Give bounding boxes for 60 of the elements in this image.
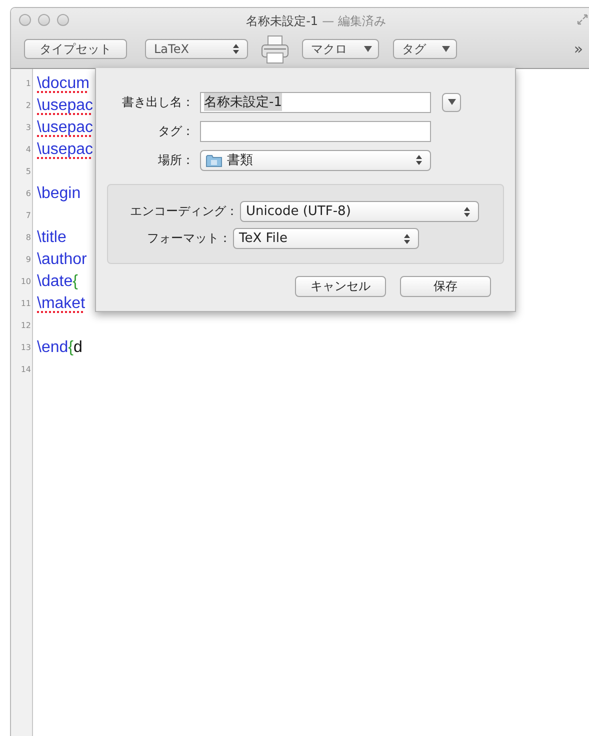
field-label: タグ：	[157, 122, 195, 140]
toolbar-overflow-button[interactable]: »	[574, 40, 583, 58]
window-title: 名称未設定-1	[246, 14, 318, 28]
format-popup[interactable]: LaTeX	[145, 39, 248, 59]
latex-command: \begin	[37, 185, 81, 202]
code-text: d	[73, 339, 82, 356]
latex-command: \date	[37, 273, 73, 290]
printer-icon	[261, 35, 289, 65]
cancel-button[interactable]: キャンセル	[295, 276, 386, 297]
line-number: 5	[24, 166, 32, 178]
window-control-button[interactable]	[19, 14, 31, 26]
up-down-arrows-icon	[416, 155, 422, 165]
brace: {	[68, 339, 74, 356]
line-number: 12	[20, 320, 32, 332]
tag-menu[interactable]: タグ	[393, 39, 457, 59]
up-down-arrows-icon	[233, 44, 239, 54]
window-control-button[interactable]	[57, 14, 69, 26]
line-number: 9	[24, 254, 32, 266]
line-number: 3	[24, 122, 32, 134]
folder-icon	[206, 154, 222, 166]
up-down-arrows-icon	[404, 234, 410, 244]
line-number: 2	[24, 100, 32, 112]
format-popup[interactable]: TeX File	[233, 228, 419, 249]
encoding-popup[interactable]: Unicode (UTF-8)	[240, 201, 479, 222]
up-down-arrows-icon	[464, 206, 470, 216]
latex-command: \docum	[37, 75, 90, 92]
line-number: 14	[20, 364, 32, 376]
field-label: 書き出し名：	[121, 94, 195, 110]
latex-command: \end	[37, 339, 68, 356]
line-number: 8	[24, 232, 32, 244]
field-label: エンコーディング：	[129, 203, 239, 220]
down-triangle-icon	[448, 99, 456, 105]
field-label: 場所：	[157, 152, 195, 168]
latex-command: \author	[37, 251, 87, 268]
line-number: 10	[20, 276, 32, 288]
down-triangle-icon	[364, 46, 372, 52]
location-popup[interactable]: 書類	[200, 150, 431, 170]
tags-field[interactable]	[200, 120, 431, 142]
latex-command: \maket	[37, 295, 86, 312]
down-triangle-icon	[442, 46, 450, 52]
latex-command: \usepac	[37, 97, 94, 114]
typeset-button[interactable]: タイプセット	[24, 39, 127, 59]
save-button[interactable]: 保存	[400, 276, 491, 297]
edited-status: — 編集済み	[322, 14, 386, 28]
filename-field[interactable]: 名称未設定-1	[200, 92, 431, 112]
brace: {	[72, 273, 78, 290]
selected-text: 名称未設定-1	[204, 93, 282, 111]
line-number: 6	[24, 188, 32, 200]
latex-command: \usepac	[37, 141, 94, 158]
line-number: 7	[24, 210, 32, 222]
latex-command: \title	[37, 229, 66, 246]
window-control-button[interactable]	[38, 14, 50, 26]
line-number: 4	[24, 144, 32, 156]
latex-command: \usepac	[37, 119, 94, 136]
field-label: フォーマット：	[146, 230, 232, 247]
line-number: 13	[20, 342, 32, 354]
macro-menu[interactable]: マクロ	[302, 39, 379, 59]
expand-button[interactable]	[442, 92, 461, 112]
line-number: 11	[20, 298, 32, 310]
line-number: 1	[24, 78, 32, 90]
